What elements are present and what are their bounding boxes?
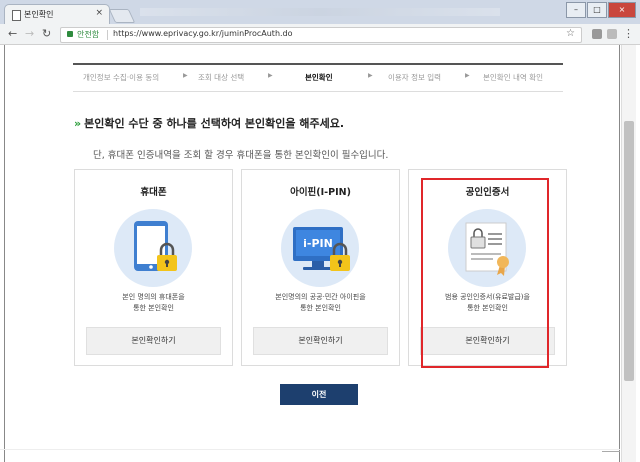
- page-viewport: 개인정보 수집·이용 동의 ▶ 조회 대상 선택 ▶ 본인확인 ▶ 이용자 정보…: [0, 45, 640, 462]
- step-identity: 본인확인: [305, 73, 333, 82]
- ipin-icon-text: i-PIN: [303, 237, 333, 250]
- step-target: 조회 대상 선택: [198, 73, 245, 82]
- close-icon[interactable]: ×: [95, 8, 103, 18]
- step-arrow-icon: ▶: [465, 72, 470, 79]
- card-ipin: 아이핀(I-PIN) i-PIN 본인명의의 공공·민간 아이핀을 통한 본인확…: [241, 169, 400, 366]
- menu-icon[interactable]: ⋮: [623, 27, 634, 40]
- verify-ipin-button[interactable]: 본인확인하기: [253, 327, 388, 355]
- browser-toolbar: ← → ↻ 안전함 https://www.eprivacy.go.kr/jum…: [0, 24, 640, 45]
- tab-title: 본인확인: [24, 10, 54, 19]
- star-icon[interactable]: ☆: [566, 28, 575, 39]
- extension-icon-2[interactable]: [607, 29, 617, 39]
- card-description: 본인 명의의 휴대폰을 통한 본인확인: [75, 292, 232, 314]
- bottom-divider: [0, 449, 620, 450]
- step-arrow-icon: ▶: [268, 72, 273, 79]
- left-border: [4, 45, 5, 462]
- address-bar[interactable]: 안전함 https://www.eprivacy.go.kr/juminProc…: [60, 27, 582, 43]
- forward-icon[interactable]: →: [25, 27, 34, 40]
- reload-icon[interactable]: ↻: [42, 27, 51, 40]
- highlight-box: [421, 178, 549, 368]
- page-heading: » 본인확인 수단 중 하나를 선택하여 본인확인을 해주세요.: [74, 115, 344, 131]
- maximize-icon[interactable]: □: [587, 2, 607, 18]
- back-icon[interactable]: ←: [8, 27, 17, 40]
- step-history: 본인확인 내역 확인: [483, 73, 543, 82]
- step-arrow-icon: ▶: [368, 72, 373, 79]
- browser-titlebar: 본인확인 × – □ ×: [0, 0, 640, 25]
- heading-text: 본인확인 수단 중 하나를 선택하여 본인확인을 해주세요.: [84, 117, 345, 130]
- horizontal-scroll-indicator: [602, 451, 620, 458]
- secure-label: 안전함: [77, 30, 100, 39]
- card-desc-line2: 통한 본인확인: [133, 304, 174, 312]
- prev-button[interactable]: 이전: [280, 384, 358, 405]
- address-separator: [107, 30, 108, 40]
- lock-icon: [67, 31, 73, 37]
- card-desc-line1: 본인 명의의 휴대폰을: [122, 293, 185, 301]
- phone-icon: [114, 209, 192, 287]
- card-title: 휴대폰: [140, 187, 167, 198]
- new-tab-button[interactable]: [108, 9, 136, 23]
- card-desc-line2: 통한 본인확인: [300, 304, 341, 312]
- step-user-info: 이용자 정보 입력: [388, 73, 442, 82]
- extension-icon[interactable]: [592, 29, 602, 39]
- step-indicator: 개인정보 수집·이용 동의 ▶ 조회 대상 선택 ▶ 본인확인 ▶ 이용자 정보…: [73, 63, 563, 92]
- monitor-icon: i-PIN: [281, 209, 359, 287]
- minimize-icon[interactable]: –: [566, 2, 586, 18]
- card-desc-line1: 본인명의의 공공·민간 아이핀을: [275, 293, 366, 301]
- window-controls: – □ ×: [565, 2, 636, 18]
- scrollbar-thumb[interactable]: [624, 121, 634, 381]
- scrollbar[interactable]: [621, 45, 636, 462]
- card-mobile: 휴대폰 본인 명의의 휴대폰을 통한 본인확인 본인확인하기: [74, 169, 233, 366]
- card-description: 본인명의의 공공·민간 아이핀을 통한 본인확인: [242, 292, 399, 314]
- right-border: [619, 45, 620, 462]
- page-icon: [12, 10, 21, 21]
- titlebar-blur: [140, 8, 500, 16]
- notice-text: 단, 휴대폰 인증내역을 조회 할 경우 휴대폰을 통한 본인확인이 필수입니다…: [93, 150, 389, 161]
- browser-tab[interactable]: 본인확인 ×: [4, 4, 110, 25]
- double-chevron-icon: »: [74, 117, 82, 130]
- verify-mobile-button[interactable]: 본인확인하기: [86, 327, 221, 355]
- step-arrow-icon: ▶: [183, 72, 188, 79]
- card-title: 아이핀(I-PIN): [290, 187, 351, 198]
- step-consent: 개인정보 수집·이용 동의: [83, 73, 160, 82]
- url-text[interactable]: https://www.eprivacy.go.kr/juminProcAuth…: [113, 29, 293, 38]
- close-window-icon[interactable]: ×: [608, 2, 636, 18]
